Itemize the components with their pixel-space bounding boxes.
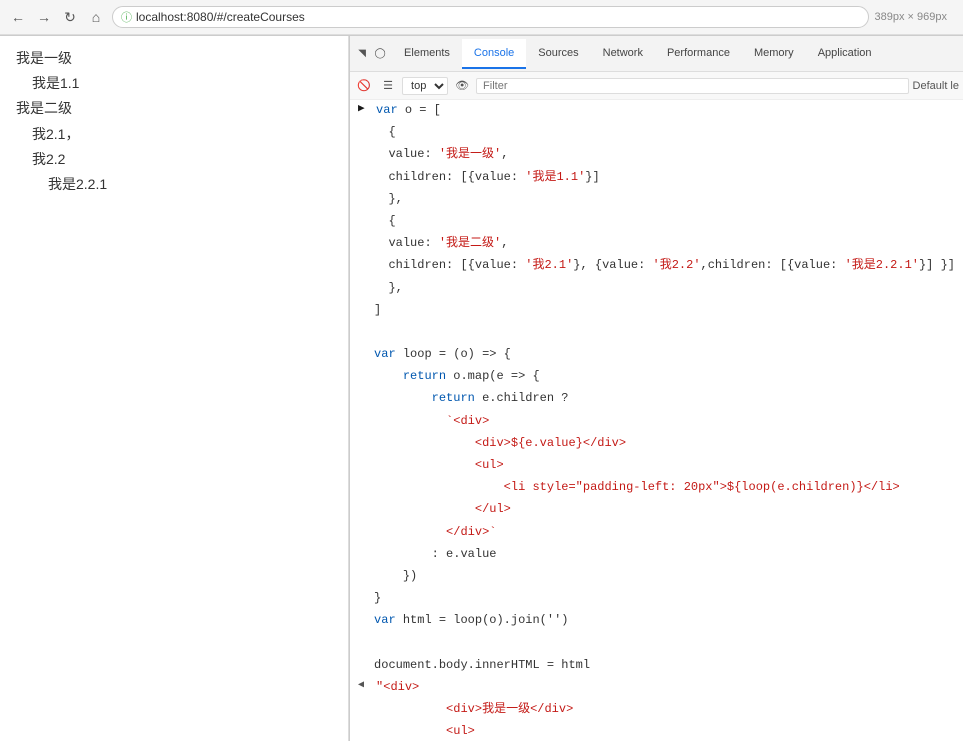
console-line: ▶ var o = [ (350, 100, 963, 122)
console-line: document.body.innerHTML = html (350, 655, 963, 677)
context-select[interactable]: top (402, 77, 448, 95)
tab-memory[interactable]: Memory (742, 39, 806, 69)
inspect-icon[interactable]: ◥ (354, 46, 370, 62)
console-line: var html = loop(o).join('') (350, 610, 963, 632)
console-line: : e.value (350, 544, 963, 566)
console-toolbar: 🚫 ☰ top 👁 Default le (350, 72, 963, 100)
tab-network[interactable]: Network (591, 39, 655, 69)
tab-console[interactable]: Console (462, 39, 526, 69)
page-item: 我是二级 (16, 96, 332, 121)
console-line: children: [{value: '我是1.1'}] (350, 167, 963, 189)
dimensions-label: 389px × 969px (875, 11, 955, 23)
console-line: children: [{value: '我2.1'}, {value: '我2.… (350, 255, 963, 277)
console-line: }, (350, 278, 963, 300)
devtools-tabs: ◥ ◯ Elements Console Sources Network Per… (350, 36, 963, 72)
console-line: ] (350, 300, 963, 322)
default-label: Default le (913, 80, 959, 92)
page-item: 我2.1， (16, 122, 332, 147)
console-line: </ul> (350, 499, 963, 521)
page-item: 我是1.1 (16, 71, 332, 96)
page-item: 我是一级 (16, 46, 332, 71)
tab-sources[interactable]: Sources (526, 39, 590, 69)
clear-console-button[interactable]: 🚫 (354, 76, 374, 96)
home-button[interactable]: ⌂ (86, 7, 106, 27)
filter-toggle-button[interactable]: ☰ (378, 76, 398, 96)
console-line: <ul> (350, 721, 963, 741)
device-icon[interactable]: ◯ (372, 46, 388, 62)
console-line: }, (350, 189, 963, 211)
tab-application[interactable]: Application (806, 39, 884, 69)
console-line: { (350, 211, 963, 233)
devtools-icons: ◥ ◯ (354, 46, 388, 62)
forward-button[interactable]: → (34, 7, 54, 27)
console-line (350, 633, 963, 655)
console-line: `<div> (350, 411, 963, 433)
page-item: 我2.2 (16, 147, 332, 172)
filter-input[interactable] (476, 78, 908, 94)
console-line: </div>` (350, 522, 963, 544)
console-line: <ul> (350, 455, 963, 477)
eye-button[interactable]: 👁 (452, 76, 472, 96)
url-text: localhost:8080/#/createCourses (136, 10, 305, 24)
devtools-panel: ◥ ◯ Elements Console Sources Network Per… (349, 36, 963, 741)
console-line: return o.map(e => { (350, 366, 963, 388)
console-line: return e.children ? (350, 388, 963, 410)
console-line (350, 322, 963, 344)
browser-chrome: ← → ↻ ⌂ ⓘ localhost:8080/#/createCourses… (0, 0, 963, 36)
console-line: ◀ "<div> (350, 677, 963, 699)
console-line: { (350, 122, 963, 144)
main-container: 我是一级 我是1.1 我是二级 我2.1， 我2.2 我是2.2.1 ◥ ◯ E… (0, 36, 963, 741)
lock-icon: ⓘ (121, 9, 132, 25)
back-button[interactable]: ← (8, 7, 28, 27)
nav-bar: ← → ↻ ⌂ ⓘ localhost:8080/#/createCourses… (0, 0, 963, 35)
console-line: var loop = (o) => { (350, 344, 963, 366)
console-line: <div>我是一级</div> (350, 699, 963, 721)
console-line: value: '我是二级', (350, 233, 963, 255)
tab-elements[interactable]: Elements (392, 39, 462, 69)
console-line: } (350, 588, 963, 610)
tab-performance[interactable]: Performance (655, 39, 742, 69)
address-bar[interactable]: ⓘ localhost:8080/#/createCourses (112, 6, 869, 28)
console-line: value: '我是一级', (350, 144, 963, 166)
refresh-button[interactable]: ↻ (60, 7, 80, 27)
result-arrow: ◀ (358, 678, 372, 694)
arrow-icon: ▶ (358, 101, 372, 119)
console-line: <li style="padding-left: 20px">${loop(e.… (350, 477, 963, 499)
console-line: <div>${e.value}</div> (350, 433, 963, 455)
console-output[interactable]: ▶ var o = [ { value: '我是一级', children: [… (350, 100, 963, 741)
console-line: }) (350, 566, 963, 588)
page-panel: 我是一级 我是1.1 我是二级 我2.1， 我2.2 我是2.2.1 (0, 36, 349, 741)
page-item: 我是2.2.1 (16, 172, 332, 197)
